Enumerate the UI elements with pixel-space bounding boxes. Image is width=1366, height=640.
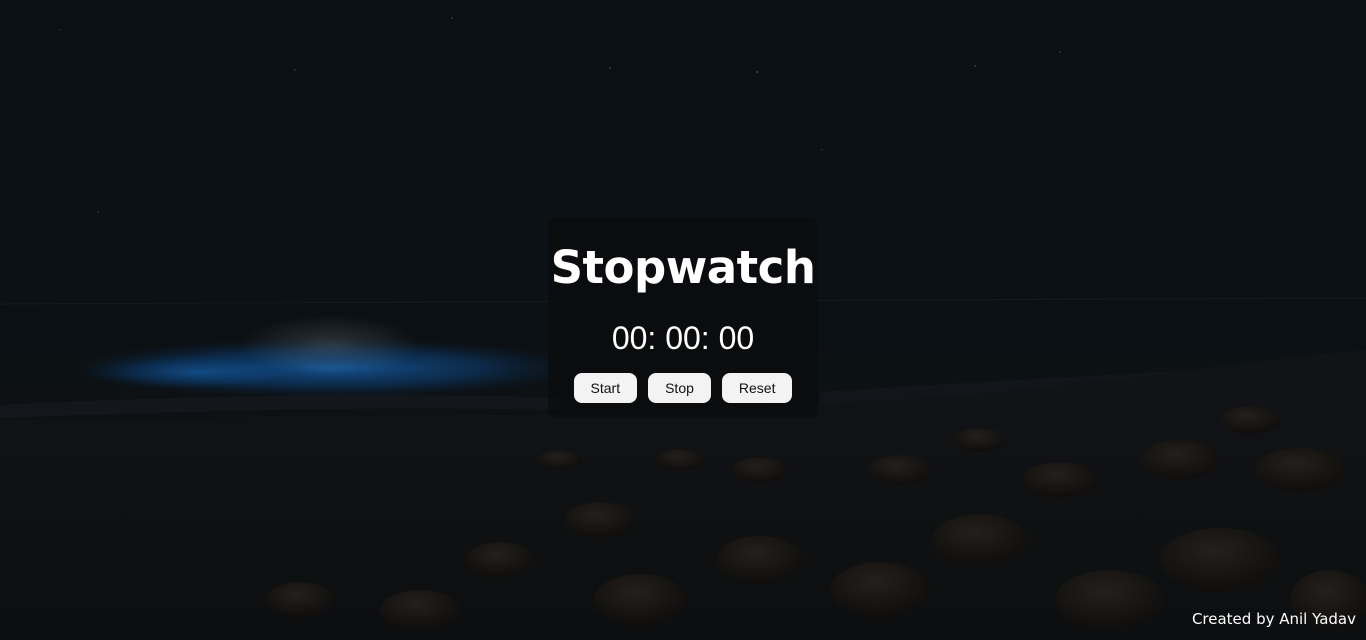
time-display: 00: 00: 00 (611, 320, 755, 356)
stop-button[interactable]: Stop (648, 373, 711, 403)
footer-credit: Created by Anil Yadav (1191, 610, 1356, 628)
stopwatch-card: Stopwatch 00: 00: 00 Start Stop Reset (548, 218, 818, 418)
reset-button[interactable]: Reset (721, 373, 793, 403)
page-title: Stopwatch (550, 241, 816, 294)
start-button[interactable]: Start (573, 373, 638, 403)
controls: Start Stop Reset (548, 373, 818, 403)
